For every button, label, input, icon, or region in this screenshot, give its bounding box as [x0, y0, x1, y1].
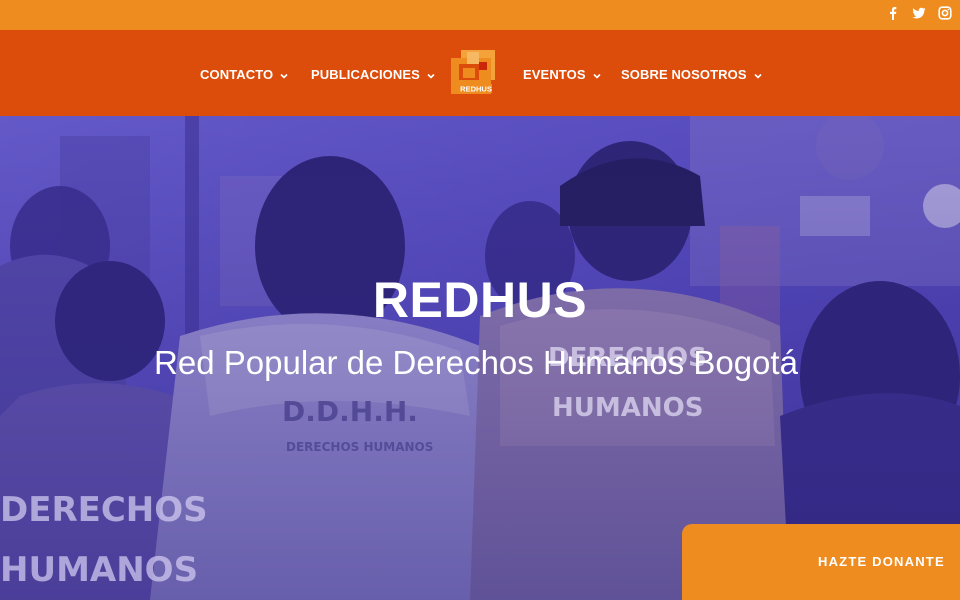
nav-label: SOBRE NOSOTROS: [621, 66, 747, 82]
main-navigation: CONTACTO PUBLICACIONES REDHUS EVENTOS SO…: [0, 30, 960, 116]
nav-item-publicaciones[interactable]: PUBLICACIONES: [311, 65, 436, 83]
chevron-down-icon: [592, 69, 602, 79]
vest-text: DERECHOS: [0, 490, 208, 530]
twitter-icon[interactable]: [912, 6, 926, 20]
vest-text: DERECHOS HUMANOS: [286, 440, 433, 454]
top-bar: [0, 0, 960, 30]
facebook-icon[interactable]: [886, 6, 900, 20]
donate-label[interactable]: HAZTE DONANTE: [818, 554, 945, 569]
vest-text: HUMANOS: [0, 550, 198, 590]
vest-text: HUMANOS: [552, 393, 703, 423]
nav-label: PUBLICACIONES: [311, 66, 420, 82]
chevron-down-icon: [426, 69, 436, 79]
hero-subtitle: Red Popular de Derechos Humanos Bogotá: [154, 344, 798, 381]
nav-label: CONTACTO: [200, 66, 274, 82]
hero-title: REDHUS: [372, 272, 588, 328]
logo-text: REDHUS: [460, 85, 492, 94]
instagram-icon[interactable]: [938, 6, 952, 20]
redhus-logo[interactable]: REDHUS: [449, 48, 499, 98]
social-links: [886, 6, 952, 20]
nav-item-eventos[interactable]: EVENTOS: [523, 65, 602, 83]
vest-text: D.D.H.H.: [282, 395, 418, 428]
nav-item-sobre-nosotros[interactable]: SOBRE NOSOTROS: [621, 65, 763, 83]
chevron-down-icon: [753, 69, 763, 79]
chevron-down-icon: [279, 69, 289, 79]
nav-label: EVENTOS: [523, 66, 586, 82]
nav-item-contacto[interactable]: CONTACTO: [200, 65, 289, 83]
